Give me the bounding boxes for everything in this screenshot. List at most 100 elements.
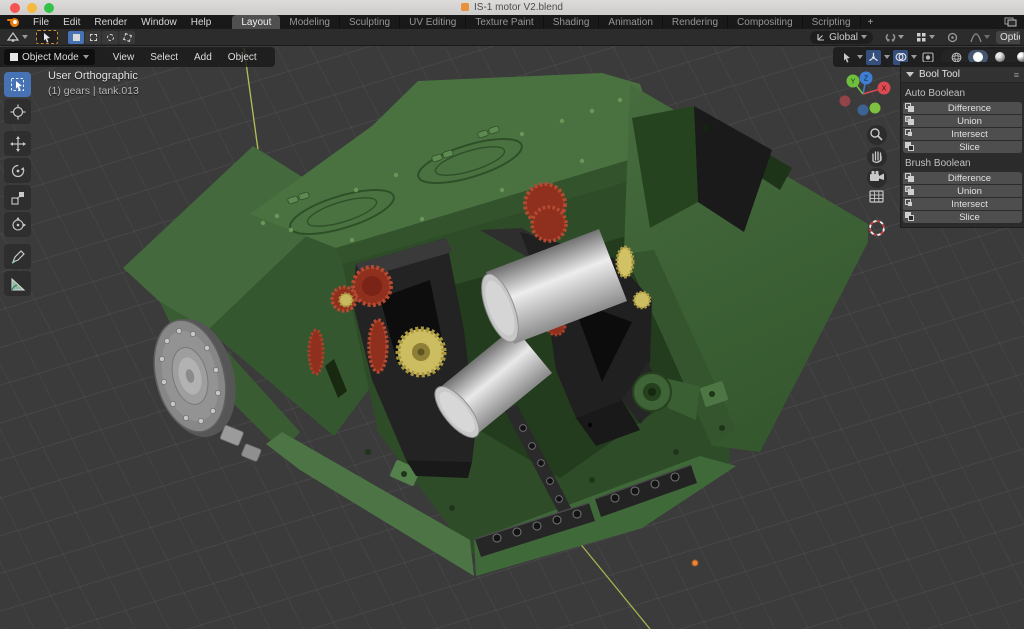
proportional-circle-icon <box>947 32 958 43</box>
falloff-curve-icon <box>970 32 982 43</box>
tab-animation[interactable]: Animation <box>599 15 662 29</box>
tool-measure[interactable] <box>4 271 31 296</box>
axis-gizmo[interactable]: Y Z X <box>840 72 891 116</box>
axis-z-neg-ball[interactable] <box>858 105 869 116</box>
tab-texture-paint[interactable]: Texture Paint <box>466 15 543 29</box>
auto-boolean-buttons: Difference Union Intersect Slice <box>903 102 1022 153</box>
boolean-union-icon <box>905 186 917 196</box>
auto-union-button[interactable]: Union <box>903 115 1022 127</box>
tool-select-box[interactable] <box>4 72 31 97</box>
panel-collapse-triangle-icon <box>906 72 914 77</box>
add-workspace-button[interactable]: + <box>861 15 881 29</box>
tool-cursor[interactable] <box>4 99 31 124</box>
proportional-falloff-dropdown[interactable] <box>970 31 990 44</box>
viewport-menu-object[interactable]: Object <box>220 52 265 63</box>
boolean-difference-icon <box>905 103 917 113</box>
xray-icon <box>922 52 934 63</box>
transform-orientation-dropdown[interactable]: Global <box>810 31 873 44</box>
annotate-pen-icon <box>10 249 26 265</box>
orientation-axes-icon <box>816 32 826 42</box>
object-mode-icon <box>10 53 18 61</box>
snap-settings-dropdown[interactable] <box>916 31 935 44</box>
tab-rendering[interactable]: Rendering <box>663 15 728 29</box>
solid-sphere-icon <box>973 52 983 62</box>
scale-icon <box>10 190 26 206</box>
boolean-difference-icon <box>905 173 917 183</box>
menu-file[interactable]: File <box>26 17 56 28</box>
viewport-perspective-toggle[interactable] <box>870 191 883 202</box>
menu-window[interactable]: Window <box>134 17 184 28</box>
transform-icon <box>10 217 26 233</box>
viewport-overlay-text: User Orthographic (1) gears | tank.013 <box>48 70 139 97</box>
snap-increment-icon <box>916 32 927 43</box>
window-title-wrap: IS-1 motor V2.blend <box>0 0 1024 15</box>
gizmo-icon <box>868 52 879 63</box>
titlebar: IS-1 motor V2.blend <box>0 0 1024 15</box>
auto-slice-button[interactable]: Slice <box>903 141 1022 153</box>
tool-rotate[interactable] <box>4 158 31 183</box>
viewport-3d[interactable]: Object Mode View Select Add Object <box>0 46 1024 629</box>
auto-boolean-label: Auto Boolean <box>901 83 1024 102</box>
select-mode-tweak[interactable] <box>68 31 84 44</box>
select-box-icon <box>10 77 26 93</box>
tool-annotate[interactable] <box>4 244 31 269</box>
select-mode-box[interactable] <box>85 31 101 44</box>
menu-help[interactable]: Help <box>184 17 219 28</box>
boolean-slice-icon <box>905 212 917 222</box>
scene-layout-icon[interactable] <box>1004 17 1018 27</box>
cursor-3d <box>866 217 888 239</box>
viewport-header: Object Mode View Select Add Object <box>0 47 275 67</box>
menu-bar: File Edit Render Window Help Layout Mode… <box>0 15 1024 29</box>
active-tool-select-box[interactable] <box>36 30 58 44</box>
rendered-sphere-icon <box>1017 52 1024 62</box>
viewport-menu-add[interactable]: Add <box>186 52 220 63</box>
viewport-pan-button[interactable] <box>867 147 887 167</box>
brush-slice-button[interactable]: Slice <box>903 211 1022 223</box>
snap-toggle[interactable] <box>885 31 904 44</box>
auto-difference-button[interactable]: Difference <box>903 102 1022 114</box>
options-button[interactable]: Options <box>996 31 1020 44</box>
object-origin-dot <box>692 560 698 566</box>
brush-union-button[interactable]: Union <box>903 185 1022 197</box>
menu-edit[interactable]: Edit <box>56 17 87 28</box>
menu-render[interactable]: Render <box>87 17 134 28</box>
axis-x-neg-ball[interactable] <box>840 96 851 107</box>
tab-shading[interactable]: Shading <box>544 15 600 29</box>
tab-scripting[interactable]: Scripting <box>803 15 861 29</box>
boolean-union-icon <box>905 116 917 126</box>
editor-type-selector[interactable] <box>6 31 28 44</box>
proportional-editing-toggle[interactable] <box>947 31 958 44</box>
tab-uv-editing[interactable]: UV Editing <box>400 15 466 29</box>
viewport-camera-button[interactable] <box>867 168 887 188</box>
toolbar <box>4 72 31 296</box>
blender-logo-icon[interactable] <box>7 18 20 27</box>
selectability-dropdown[interactable] <box>839 50 854 65</box>
window-title: IS-1 motor V2.blend <box>474 2 563 13</box>
cursor-tool-icon <box>10 104 26 120</box>
tool-scale[interactable] <box>4 185 31 210</box>
mode-dropdown[interactable]: Object Mode <box>4 49 95 65</box>
brush-intersect-button[interactable]: Intersect <box>903 198 1022 210</box>
measure-icon <box>10 276 26 292</box>
viewport-menu-select[interactable]: Select <box>142 52 186 63</box>
select-mode-lasso[interactable] <box>119 31 135 44</box>
auto-intersect-button[interactable]: Intersect <box>903 128 1022 140</box>
show-gizmo-toggle[interactable] <box>866 50 881 65</box>
select-mode-circle[interactable] <box>102 31 118 44</box>
brush-difference-button[interactable]: Difference <box>903 172 1022 184</box>
tab-modeling[interactable]: Modeling <box>280 15 340 29</box>
viewport-menu-view[interactable]: View <box>105 52 143 63</box>
pointer-icon <box>842 52 852 63</box>
axis-y-neg-ball[interactable] <box>870 103 881 114</box>
navigation-gizmo-cluster: Y Z X <box>828 68 900 214</box>
boolean-intersect-icon <box>905 199 917 209</box>
tab-compositing[interactable]: Compositing <box>728 15 803 29</box>
tool-transform[interactable] <box>4 212 31 237</box>
tool-move[interactable] <box>4 131 31 156</box>
tool-settings-bar: Global <box>0 29 1024 46</box>
panel-menu-icon[interactable]: ≡ <box>1014 70 1019 80</box>
viewport-zoom-button[interactable] <box>867 125 887 145</box>
tab-sculpting[interactable]: Sculpting <box>340 15 400 29</box>
bool-tool-panel-header[interactable]: Bool Tool ≡ <box>901 67 1024 83</box>
tab-layout[interactable]: Layout <box>232 15 280 29</box>
